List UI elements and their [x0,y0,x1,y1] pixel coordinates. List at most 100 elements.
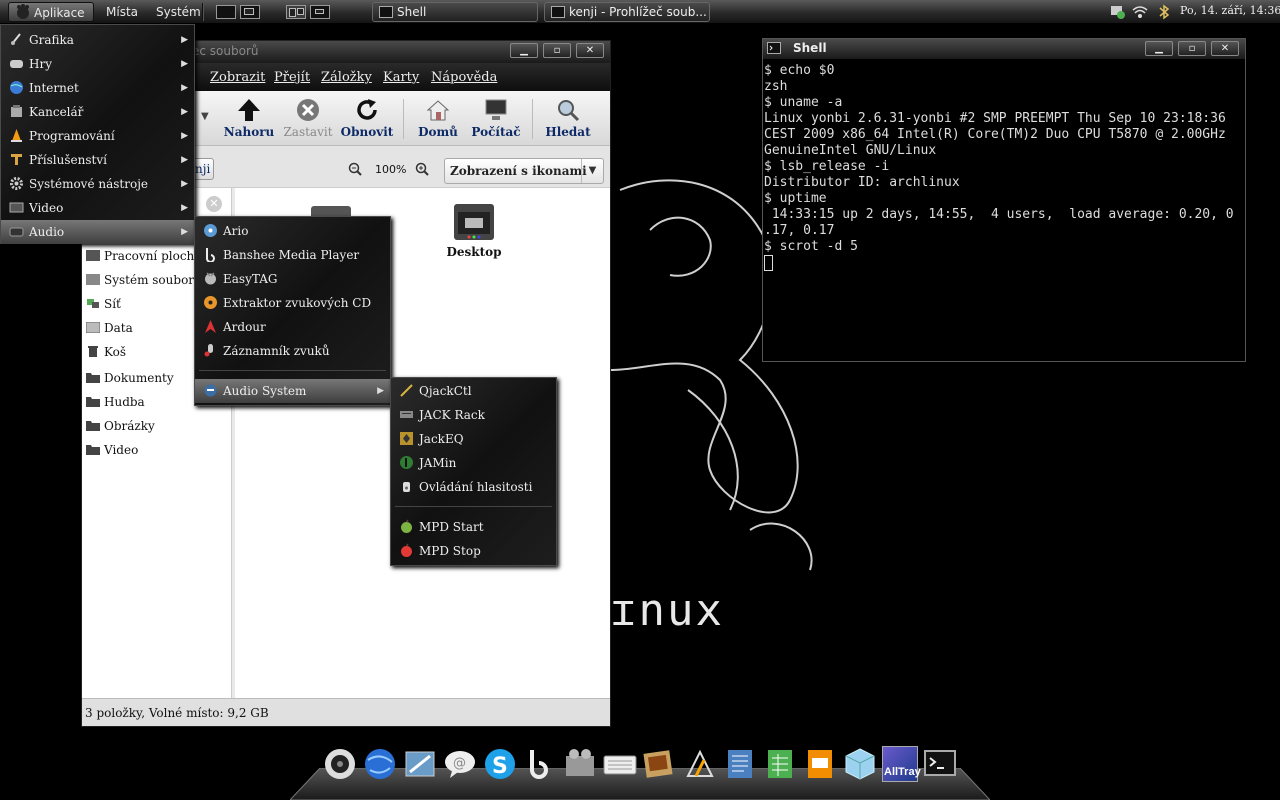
back-history-arrow-icon[interactable]: ▼ [201,111,209,122]
zoom-in-icon[interactable] [415,162,429,176]
menu-view[interactable]: Zobrazit [210,70,265,85]
sidebar-item-filesystem[interactable]: Systém souborů [86,270,202,290]
banshee-icon[interactable] [522,746,558,782]
menu-bookmarks[interactable]: Záložky [321,70,372,85]
menu-item-accessories[interactable]: Příslušenství ▶ [1,148,194,172]
chat-bubble-icon[interactable]: @ [442,746,478,782]
network-status-icon[interactable] [1110,4,1126,20]
applications-menu-button[interactable]: Aplikace [8,2,94,22]
sidebar-item-documents[interactable]: Dokumenty [86,368,174,388]
sidebar-item-trash[interactable]: Koš [86,342,126,362]
sidebar-item-pictures[interactable]: Obrázky [86,416,155,436]
menu-item-qjackctl[interactable]: QjackCtl [391,379,556,403]
menu-item-sound-recorder[interactable]: Záznamník zvuků [195,339,390,363]
menu-item-system-tools[interactable]: Systémové nástroje ▶ [1,172,194,196]
menu-item-label: Extraktor zvukových CD [223,296,372,310]
bluetooth-icon[interactable] [1156,4,1172,20]
menu-item-jack-rack[interactable]: JACK Rack [391,403,556,427]
zoom-level[interactable]: 100% [375,163,406,176]
workspace-1[interactable] [286,5,306,19]
menu-item-label: MPD Stop [419,544,481,558]
skype-icon[interactable]: S [482,746,518,782]
terminal-titlebar[interactable]: Shell ▁ ▫ ✕ [763,39,1245,59]
menu-help[interactable]: Nápověda [431,70,497,85]
menu-item-label: Ario [223,224,249,238]
workspace-2[interactable] [310,5,330,19]
menu-item-office[interactable]: Kancelář ▶ [1,100,194,124]
sidebar-item-music[interactable]: Hudba [86,392,145,412]
view-mode-select[interactable]: Zobrazení s ikonami ▼ [444,158,604,184]
home-button[interactable]: Domů [408,95,468,143]
reload-button[interactable]: Obnovit [337,95,397,143]
menu-item-label: Ardour [223,320,266,334]
writer-icon[interactable] [722,746,758,782]
alltray-icon[interactable]: AllTray [882,746,921,782]
terminal-line: $ lsb_release -i [764,159,890,174]
menu-item-volume-control[interactable]: Ovládání hlasitosti [391,475,556,499]
keyboard-icon[interactable] [602,746,638,782]
spreadsheet-icon[interactable] [762,746,798,782]
menu-item-label: Banshee Media Player [223,248,360,262]
system-menu-button[interactable]: Systém [150,2,207,22]
menu-item-cd-extractor[interactable]: Extraktor zvukových CD [195,291,390,315]
menu-go[interactable]: Přejít [274,70,310,85]
ario-icon [204,224,217,237]
menu-item-easytag[interactable]: EasyTAG [195,267,390,291]
terminal-icon[interactable] [922,746,958,782]
menu-item-jackeq[interactable]: JackEQ [391,427,556,451]
clock[interactable]: Po, 14. září, 14:36 [1180,4,1280,17]
package-cube-icon[interactable] [842,746,878,782]
menu-tabs[interactable]: Karty [383,70,419,85]
maximize-button[interactable]: ▫ [543,43,571,58]
menu-item-audio[interactable]: Audio ▶ [1,220,194,244]
places-menu-button[interactable]: Místa [100,2,144,22]
sidebar-item-data[interactable]: Data [86,318,133,338]
search-button[interactable]: Hledat [538,95,598,143]
menu-item-programming[interactable]: Programování ▶ [1,124,194,148]
wifi-icon[interactable] [1132,4,1148,20]
menu-item-mpd-stop[interactable]: MPD Stop [391,539,556,563]
maximize-button[interactable]: ▫ [1178,41,1206,56]
file-item-desktop[interactable]: Desktop [434,202,514,259]
sidebar-item-label: Hudba [104,395,145,409]
menu-item-graphics[interactable]: Grafika ▶ [1,28,194,52]
show-desktop-button[interactable] [216,5,236,19]
minimize-button[interactable]: ▁ [510,43,538,58]
red-apple-icon [401,543,412,557]
disk-utility-icon[interactable] [322,746,358,782]
close-button[interactable]: ✕ [1211,41,1239,56]
up-button[interactable]: Nahoru [219,95,279,143]
menu-item-internet[interactable]: Internet ▶ [1,76,194,100]
status-text: 3 položky, Volné místo: 9,2 GB [85,706,269,720]
window-list-button[interactable] [240,5,260,19]
menu-item-audio-system[interactable]: Audio System ▶ [195,379,390,403]
video-editor-icon[interactable] [562,746,598,782]
menu-item-banshee[interactable]: Banshee Media Player [195,243,390,267]
desktop-icon [86,250,100,261]
photo-icon[interactable] [642,746,678,782]
vector-drawing-icon[interactable] [682,746,718,782]
menu-item-video[interactable]: Video ▶ [1,196,194,220]
presentation-icon[interactable] [802,746,838,782]
submenu-arrow-icon: ▶ [181,227,188,237]
terminal-output[interactable]: $ echo $0 zsh $ uname -a Linux yonbi 2.6.31… [764,63,1244,353]
sidebar-item-network[interactable]: Síť [86,294,121,314]
sidebar-item-desktop[interactable]: Pracovní plocha [86,246,201,266]
computer-button[interactable]: Počítač [466,95,526,143]
mail-icon[interactable] [402,746,438,782]
menu-item-ario[interactable]: Ario [195,219,390,243]
task-shell[interactable]: Shell [372,2,538,22]
menu-item-games[interactable]: Hry ▶ [1,52,194,76]
menu-item-mpd-start[interactable]: MPD Start [391,515,556,539]
up-label: Nahoru [223,125,275,139]
close-sidebar-icon[interactable]: ✕ [206,196,222,212]
browser-globe-icon[interactable] [362,746,398,782]
zoom-out-icon[interactable] [348,162,362,176]
stop-button[interactable]: Zastavit [278,95,338,143]
sidebar-item-video[interactable]: Video [86,440,138,460]
menu-item-ardour[interactable]: Ardour [195,315,390,339]
task-file-manager[interactable]: kenji - Prohlížeč soub... [544,2,710,22]
close-button[interactable]: ✕ [576,43,604,58]
minimize-button[interactable]: ▁ [1145,41,1173,56]
menu-item-jamin[interactable]: JAMin [391,451,556,475]
